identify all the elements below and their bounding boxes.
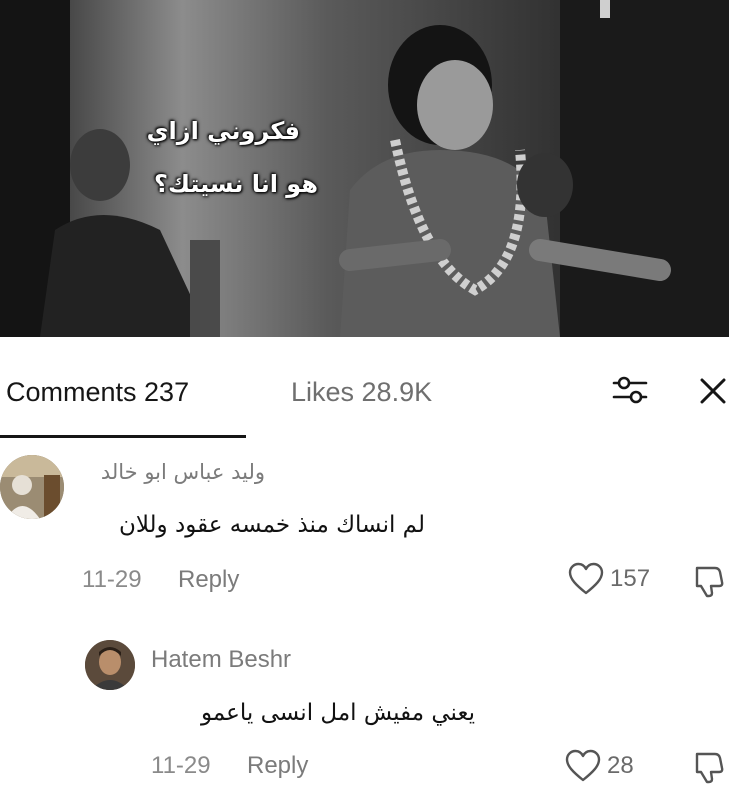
tab-comments[interactable]: Comments 237	[6, 377, 189, 408]
reply-button[interactable]: Reply	[178, 566, 239, 594]
like-button[interactable]: 28	[565, 749, 634, 783]
video-caption-line-2: هو انا نسيتك؟	[154, 170, 318, 198]
heart-outline-icon	[568, 562, 604, 595]
comment-text: لم انساك منذ خمسه عقود وللان	[118, 512, 425, 538]
comment-author[interactable]: Hatem Beshr	[151, 646, 291, 674]
tab-likes[interactable]: Likes 28.9K	[291, 377, 432, 408]
like-count: 157	[610, 565, 651, 592]
avatar-image	[0, 455, 64, 519]
comment-date: 11-29	[151, 752, 211, 779]
thumbs-down-outline-icon[interactable]	[693, 748, 729, 784]
avatar-image	[85, 640, 135, 690]
thumbs-down-outline-icon[interactable]	[693, 562, 729, 598]
video-frame[interactable]: فكروني ازاي هو انا نسيتك؟	[0, 0, 729, 337]
comment-text: يعني مفيش امل انسى ياعمو	[201, 700, 475, 726]
avatar[interactable]	[0, 455, 64, 519]
comment-author[interactable]: وليد عباس ابو خالد	[95, 460, 265, 484]
sliders-icon[interactable]	[610, 374, 650, 406]
comment-date: 11-29	[82, 566, 142, 593]
video-caption-line-1: فكروني ازاي	[146, 117, 300, 145]
video-scene	[0, 0, 729, 337]
close-icon[interactable]	[698, 376, 728, 406]
reply-button[interactable]: Reply	[247, 752, 308, 780]
avatar[interactable]	[85, 640, 135, 690]
like-count: 28	[607, 752, 634, 779]
like-button[interactable]: 157	[568, 562, 650, 596]
heart-outline-icon	[565, 749, 601, 782]
active-tab-indicator	[0, 435, 246, 438]
